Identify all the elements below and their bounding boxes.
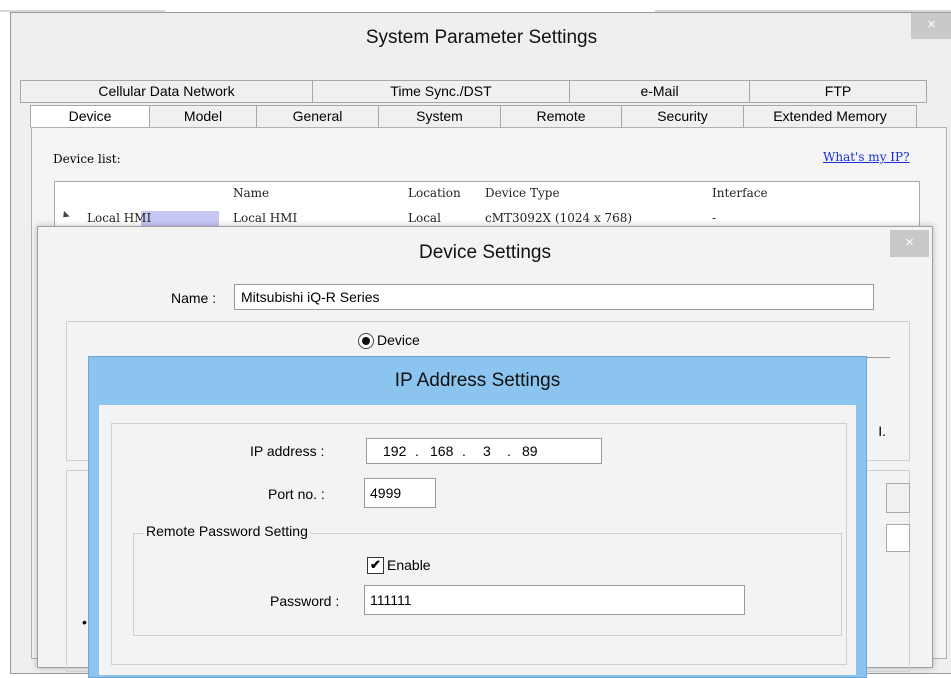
- ip-dot: .: [507, 443, 511, 459]
- clipped-text: I.: [878, 423, 886, 439]
- tab-ftp[interactable]: FTP: [750, 80, 927, 103]
- tab-security[interactable]: Security: [622, 105, 744, 128]
- port-label: Port no. :: [268, 486, 325, 502]
- background-strip: [0, 0, 951, 12]
- column-header-device-type[interactable]: Device Type: [485, 186, 560, 200]
- ip-octet-1[interactable]: 192: [383, 443, 406, 459]
- column-header-location[interactable]: Location: [408, 186, 461, 200]
- dialog-title: Device Settings: [418, 242, 551, 263]
- port-input[interactable]: 4999: [364, 478, 436, 508]
- tab-extended-memory[interactable]: Extended Memory: [744, 105, 917, 128]
- settings-button[interactable]: [886, 483, 910, 513]
- settings-field[interactable]: [886, 524, 910, 552]
- ip-octet-3[interactable]: 3: [483, 443, 491, 459]
- clipped-mark: •: [82, 614, 87, 630]
- list-item-interface: -: [712, 211, 717, 225]
- titlebar: System Parameter Settings ×: [11, 13, 951, 59]
- ip-address-settings-dialog: IP Address Settings IP address : 192 . 1…: [88, 356, 867, 678]
- tab-time-sync-dst[interactable]: Time Sync./DST: [313, 80, 570, 103]
- column-header-interface[interactable]: Interface: [712, 186, 768, 200]
- device-radio[interactable]: [358, 333, 374, 349]
- dialog-title: IP Address Settings: [394, 370, 561, 391]
- device-radio-label: Device: [377, 332, 420, 348]
- tab-row-top: Cellular Data Network Time Sync./DST e-M…: [20, 80, 947, 103]
- remote-password-legend: Remote Password Setting: [144, 523, 310, 539]
- tab-model[interactable]: Model: [150, 105, 257, 128]
- ip-dot: .: [415, 443, 419, 459]
- tab-row-bottom: Device Model General System Remote Secur…: [30, 105, 947, 128]
- enable-label: Enable: [387, 557, 431, 573]
- ip-dot: .: [462, 443, 466, 459]
- password-input[interactable]: 111111: [364, 585, 745, 615]
- ip-octet-2[interactable]: 168: [430, 443, 453, 459]
- dialog-body: IP address : 192 . 168 . 3 . 89 Port no.…: [99, 405, 856, 675]
- tab-system[interactable]: System: [379, 105, 501, 128]
- list-item-location: Local: [408, 211, 441, 225]
- tab-remote[interactable]: Remote: [501, 105, 622, 128]
- name-label: Name :: [171, 290, 217, 306]
- list-item-device-type: cMT3092X (1024 x 768): [485, 211, 633, 225]
- ip-octet-4[interactable]: 89: [522, 443, 538, 459]
- expand-arrow-icon[interactable]: [60, 210, 70, 221]
- tab-device[interactable]: Device: [30, 105, 150, 128]
- window-title: System Parameter Settings: [365, 27, 598, 48]
- enable-checkbox[interactable]: ✔: [367, 557, 384, 574]
- tab-general[interactable]: General: [257, 105, 379, 128]
- close-icon[interactable]: ×: [911, 13, 951, 39]
- close-icon[interactable]: ×: [890, 230, 929, 257]
- ip-address-field[interactable]: 192 . 168 . 3 . 89: [366, 438, 602, 464]
- column-header-name[interactable]: Name: [233, 186, 269, 200]
- list-item-cell: Local HMI: [87, 211, 152, 225]
- device-list-label: Device list:: [53, 152, 121, 166]
- tab-email[interactable]: e-Mail: [570, 80, 750, 103]
- name-input[interactable]: Mitsubishi iQ-R Series: [234, 284, 874, 310]
- tab-cellular-data-network[interactable]: Cellular Data Network: [20, 80, 313, 103]
- list-item-name: Local HMI: [233, 211, 298, 225]
- ip-address-label: IP address :: [250, 443, 325, 459]
- password-label: Password :: [270, 593, 340, 609]
- whats-my-ip-link[interactable]: What's my IP?: [823, 150, 910, 164]
